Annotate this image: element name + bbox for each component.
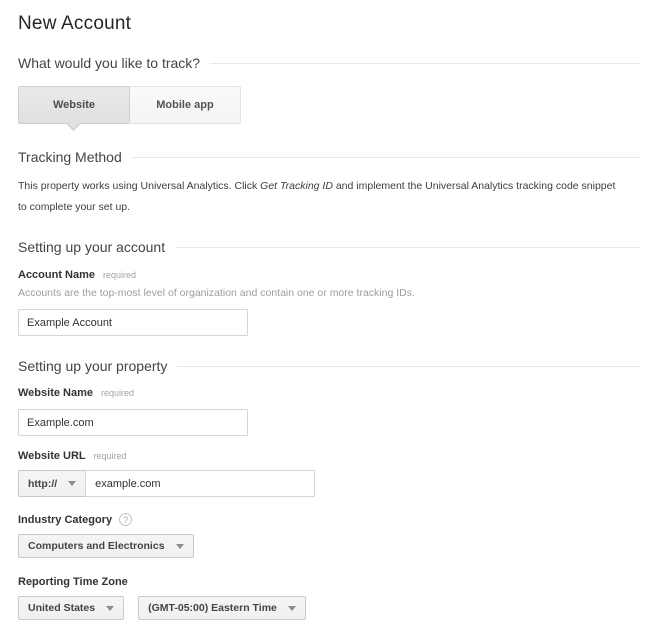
page-title: New Account: [18, 13, 640, 35]
track-section-heading-label: What would you like to track?: [18, 55, 200, 71]
tab-website-label: Website: [53, 99, 95, 111]
property-section-heading-label: Setting up your property: [18, 358, 167, 374]
property-section-heading: Setting up your property: [18, 358, 640, 374]
required-badge: required: [103, 270, 136, 280]
section-rule: [175, 247, 640, 248]
time-zone-dropdown-value: (GMT-05:00) Eastern Time: [148, 602, 277, 614]
chevron-down-icon: [68, 481, 76, 486]
tracking-method-heading: Tracking Method: [18, 149, 640, 165]
industry-category-label-text: Industry Category: [18, 514, 112, 526]
country-dropdown[interactable]: United States: [18, 596, 124, 620]
tracking-method-description: This property works using Universal Anal…: [18, 176, 640, 218]
time-zone-row: United States (GMT-05:00) Eastern Time: [18, 588, 640, 620]
section-rule: [132, 157, 640, 158]
tab-mobile-app[interactable]: Mobile app: [129, 86, 241, 124]
description-text: and implement the Universal Analytics tr…: [333, 180, 615, 192]
reporting-time-zone-label-text: Reporting Time Zone: [18, 576, 128, 588]
help-icon[interactable]: ?: [119, 513, 132, 526]
tab-website[interactable]: Website: [18, 86, 130, 124]
website-name-label-text: Website Name: [18, 387, 93, 399]
country-dropdown-value: United States: [28, 602, 95, 614]
website-url-input[interactable]: [85, 470, 315, 497]
chevron-down-icon: [176, 544, 184, 549]
description-text: to complete your set up.: [18, 201, 130, 213]
description-text: This property works using Universal Anal…: [18, 180, 260, 192]
protocol-dropdown-value: http://: [28, 478, 57, 490]
website-name-label: Website Name required: [18, 387, 640, 399]
chevron-down-icon: [288, 606, 296, 611]
required-badge: required: [94, 451, 127, 461]
tab-mobile-app-label: Mobile app: [156, 99, 213, 111]
account-name-label: Account Name required: [18, 269, 640, 281]
tracking-method-heading-label: Tracking Method: [18, 149, 122, 165]
section-rule: [210, 63, 640, 64]
active-tab-pointer-icon: [67, 118, 80, 131]
chevron-down-icon: [106, 606, 114, 611]
industry-category-dropdown-value: Computers and Electronics: [28, 540, 165, 552]
track-type-tabs: Website Mobile app: [18, 86, 640, 124]
time-zone-dropdown[interactable]: (GMT-05:00) Eastern Time: [138, 596, 306, 620]
website-url-row: http://: [18, 470, 640, 497]
website-url-label-text: Website URL: [18, 450, 86, 462]
reporting-time-zone-label: Reporting Time Zone: [18, 576, 640, 588]
section-rule: [177, 366, 640, 367]
protocol-dropdown[interactable]: http://: [18, 470, 86, 497]
new-account-page: New Account What would you like to track…: [0, 0, 650, 620]
description-italic-text: Get Tracking ID: [260, 180, 333, 192]
website-url-label: Website URL required: [18, 450, 640, 462]
industry-category-label: Industry Category ?: [18, 513, 640, 526]
industry-category-dropdown[interactable]: Computers and Electronics: [18, 534, 194, 558]
account-section-heading-label: Setting up your account: [18, 239, 165, 255]
account-name-label-text: Account Name: [18, 269, 95, 281]
account-name-input[interactable]: [18, 309, 248, 336]
website-name-input[interactable]: [18, 409, 248, 436]
track-section-heading: What would you like to track?: [18, 55, 640, 71]
required-badge: required: [101, 388, 134, 398]
account-section-heading: Setting up your account: [18, 239, 640, 255]
account-name-help-text: Accounts are the top-most level of organ…: [18, 287, 640, 299]
